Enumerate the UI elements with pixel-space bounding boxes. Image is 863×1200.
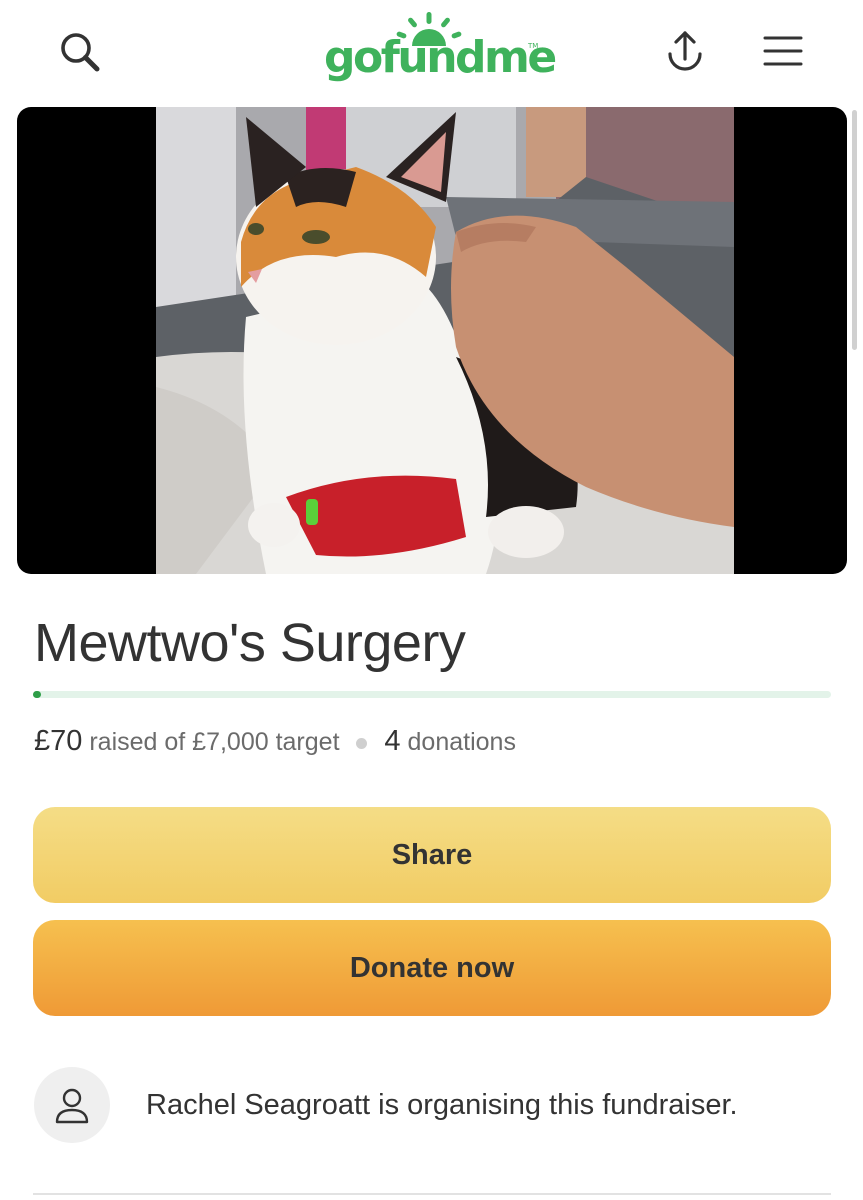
user-icon: [55, 1088, 89, 1124]
section-divider: [33, 1193, 831, 1195]
progress-fill: [33, 691, 41, 698]
search-icon[interactable]: [56, 28, 104, 76]
raised-of-target: raised of £7,000 target: [89, 728, 340, 756]
logo-wordmark: gofundme: [324, 32, 557, 83]
share-upload-icon[interactable]: [662, 28, 708, 76]
organiser-text: Rachel Seagroatt is organising this fund…: [146, 1089, 738, 1121]
separator-dot: [356, 737, 368, 749]
donations-label: donations: [407, 728, 516, 756]
top-nav-bar: gofundme TM: [0, 0, 863, 100]
fundraiser-title: Mewtwo's Surgery: [34, 613, 466, 673]
scrollbar[interactable]: [852, 110, 857, 350]
avatar: [34, 1067, 110, 1143]
gofundme-logo[interactable]: gofundme TM: [320, 10, 557, 90]
fundraising-progress-bar: [33, 691, 831, 698]
fundraiser-hero-image[interactable]: [17, 107, 847, 574]
hamburger-menu-icon[interactable]: [762, 34, 804, 68]
donation-count: 4: [384, 725, 401, 757]
organiser-row: Rachel Seagroatt is organising this fund…: [34, 1067, 834, 1147]
donate-now-button[interactable]: Donate now: [33, 920, 831, 1016]
fundraising-stats: £70 raised of £7,000 target 4 donations: [34, 725, 516, 758]
logo-trademark: TM: [528, 42, 539, 50]
share-button[interactable]: Share: [33, 807, 831, 903]
raised-amount: £70: [34, 725, 83, 757]
cat-photo: [156, 107, 734, 574]
